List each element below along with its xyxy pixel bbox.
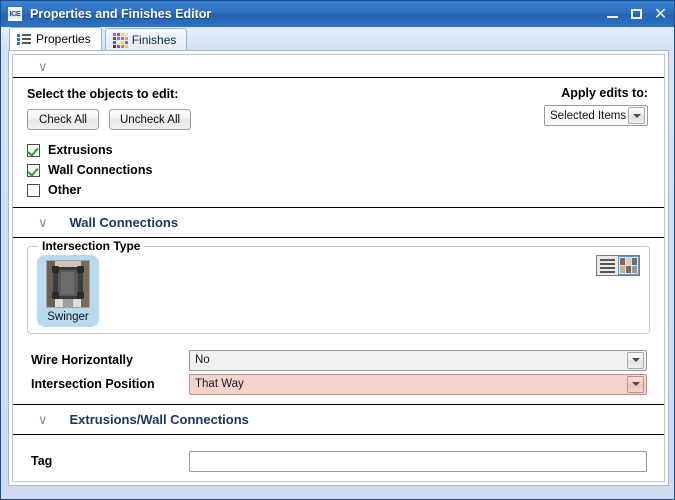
tab-finishes[interactable]: Finishes	[104, 28, 188, 50]
client-panel: ∨ Select the objects to edit: Check All …	[8, 50, 669, 486]
checkbox-extrusions-label: Extrusions	[48, 143, 113, 157]
apply-edits-dropdown[interactable]: Selected Items	[544, 105, 648, 126]
window-title: Properties and Finishes Editor	[30, 7, 212, 21]
close-button[interactable]: ✕	[653, 6, 668, 22]
chevron-down-icon[interactable]: ∨	[38, 216, 48, 229]
select-objects-section: Select the objects to edit: Check All Un…	[13, 78, 664, 136]
top-collapse-bar[interactable]: ∨	[13, 55, 664, 77]
intersection-position-label: Intersection Position	[31, 377, 155, 391]
checkbox-row-other[interactable]: Other	[27, 180, 664, 200]
tab-finishes-label: Finishes	[131, 32, 177, 47]
scroll-content: ∨ Select the objects to edit: Check All …	[12, 54, 665, 482]
tab-strip: Properties Finishes	[1, 27, 674, 50]
checkbox-wall-connections-label: Wall Connections	[48, 163, 153, 177]
checkbox-other-label: Other	[48, 183, 82, 197]
window-controls: ✕	[605, 1, 668, 27]
chevron-down-icon[interactable]: ∨	[38, 413, 48, 426]
color-grid-icon	[112, 33, 128, 48]
wire-horizontally-label: Wire Horizontally	[31, 353, 133, 367]
wire-horizontally-dropdown[interactable]: No	[189, 349, 647, 371]
chevron-down-icon[interactable]: ∨	[38, 60, 48, 73]
intersection-type-legend: Intersection Type	[38, 239, 145, 253]
swinger-thumbnail-image	[46, 260, 90, 308]
tile-view-icon[interactable]	[618, 256, 639, 275]
tag-label: Tag	[31, 454, 53, 468]
apply-edits-label: Apply edits to:	[561, 86, 648, 100]
wire-horizontally-value: No	[195, 354, 210, 366]
application-window: ICE Properties and Finishes Editor ✕ Pro…	[0, 0, 675, 500]
extrusions-wall-connections-title: Extrusions/Wall Connections	[69, 412, 249, 427]
uncheck-all-button[interactable]: Uncheck All	[109, 109, 192, 130]
field-row-wire-horizontally: Wire Horizontally No	[13, 348, 664, 372]
chevron-down-icon[interactable]	[628, 107, 645, 124]
tab-properties[interactable]: Properties	[9, 27, 102, 50]
divider	[13, 237, 664, 238]
wall-connections-title: Wall Connections	[69, 215, 179, 230]
checkbox-extrusions[interactable]	[27, 143, 40, 157]
apply-edits-block: Apply edits to: Selected Items	[544, 86, 648, 126]
view-mode-toggle-group	[596, 255, 640, 276]
intersection-type-group: Intersection Type Swinger	[27, 239, 650, 334]
list-icon	[17, 33, 31, 45]
field-row-tag: Tag	[13, 449, 664, 473]
hardware-photo	[47, 261, 89, 307]
field-row-intersection-position: Intersection Position That Way	[13, 372, 664, 396]
list-view-icon[interactable]	[597, 256, 618, 275]
intersection-position-value: That Way	[195, 378, 244, 390]
chevron-down-icon[interactable]	[627, 351, 644, 369]
chevron-down-icon[interactable]	[627, 375, 644, 393]
intersection-position-dropdown[interactable]: That Way	[189, 373, 647, 395]
maximize-button[interactable]	[629, 7, 644, 22]
object-type-checkbox-list: Extrusions Wall Connections Other	[13, 136, 664, 207]
extrusions-wall-connections-section-header[interactable]: ∨ Extrusions/Wall Connections	[13, 405, 664, 434]
title-bar: ICE Properties and Finishes Editor ✕	[1, 1, 674, 27]
tab-properties-label: Properties	[36, 32, 91, 46]
checkbox-row-extrusions[interactable]: Extrusions	[27, 140, 664, 160]
apply-edits-value: Selected Items	[550, 109, 627, 122]
checkbox-row-wall-connections[interactable]: Wall Connections	[27, 160, 664, 180]
minimize-button[interactable]	[605, 7, 620, 22]
intersection-type-item-swinger[interactable]: Swinger	[37, 255, 99, 327]
wall-connections-section-header[interactable]: ∨ Wall Connections	[13, 208, 664, 237]
checkbox-wall-connections[interactable]	[27, 163, 40, 177]
check-all-button[interactable]: Check All	[27, 109, 99, 130]
swinger-thumbnail-label: Swinger	[47, 311, 89, 323]
checkbox-other[interactable]	[27, 183, 40, 197]
app-icon: ICE	[7, 6, 23, 22]
tag-input[interactable]	[189, 450, 647, 472]
